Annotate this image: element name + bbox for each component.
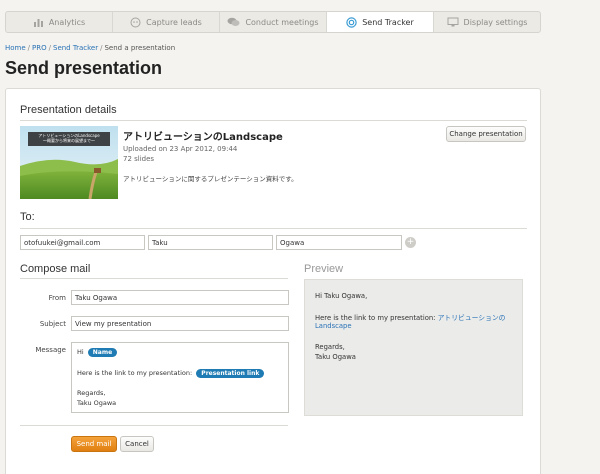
tab-conduct-meetings[interactable]: Conduct meetings	[220, 12, 327, 32]
tab-send-tracker[interactable]: Send Tracker	[327, 12, 434, 32]
preview-greeting: Hi Taku Ogawa,	[315, 292, 368, 300]
presentation-thumbnail: アトリビューションのLandscape 〜概要から将来の展望まで〜	[20, 126, 118, 199]
message-link-text: Here is the link to my presentation:	[77, 369, 193, 377]
subject-label: Subject	[39, 320, 66, 328]
presentation-details-title: Presentation details	[20, 104, 117, 116]
recipient-last-name-field[interactable]: Ogawa	[276, 235, 402, 250]
divider	[20, 425, 288, 426]
message-label: Message	[35, 346, 66, 354]
from-label: From	[48, 294, 66, 302]
mail-preview: Hi Taku Ogawa, Here is the link to my pr…	[304, 279, 523, 416]
divider	[20, 278, 288, 279]
tab-capture-leads-label: Capture leads	[146, 17, 202, 27]
message-field[interactable]: Hi Name Here is the link to my presentat…	[71, 342, 289, 413]
change-presentation-button[interactable]: Change presentation	[446, 126, 526, 142]
tab-send-tracker-label: Send Tracker	[362, 17, 414, 27]
tab-display-settings[interactable]: Display settings	[434, 12, 540, 32]
preview-title: Preview	[304, 263, 344, 275]
compose-mail-title: Compose mail	[20, 263, 91, 275]
tab-capture-leads[interactable]: Capture leads	[113, 12, 220, 32]
send-mail-button[interactable]: Send mail	[71, 436, 117, 452]
analytics-icon	[33, 18, 43, 27]
preview-presentation-link-cont[interactable]: Landscape	[315, 322, 352, 330]
presentation-title: アトリビューションのLandscape	[123, 132, 283, 143]
page-title: Send presentation	[5, 58, 163, 78]
main-card: Presentation details アトリビューションのLandscape…	[5, 88, 541, 474]
subject-field[interactable]: View my presentation	[71, 316, 289, 331]
presentation-upload-date: Uploaded on 23 Apr 2012, 09:44	[123, 145, 238, 153]
tab-conduct-meetings-label: Conduct meetings	[245, 17, 319, 27]
message-regards: Regards,	[77, 389, 106, 397]
presentation-description: アトリビューションに関するプレゼンテーション資料です。	[123, 175, 298, 183]
name-merge-tag[interactable]: Name	[87, 348, 118, 357]
breadcrumb-pro[interactable]: PRO	[32, 44, 47, 52]
tab-analytics-label: Analytics	[48, 17, 86, 27]
tab-display-settings-label: Display settings	[463, 17, 528, 27]
preview-link-text: Here is the link to my presentation:	[315, 314, 436, 322]
breadcrumb-home[interactable]: Home	[5, 44, 26, 52]
from-field[interactable]: Taku Ogawa	[71, 290, 289, 305]
chat-bubbles-icon	[227, 17, 240, 26]
presentation-slide-count: 72 slides	[123, 155, 155, 163]
divider	[20, 120, 527, 121]
top-tabs: Analytics Capture leads Conduct meetings…	[5, 11, 541, 33]
capture-leads-icon	[130, 17, 141, 27]
recipient-first-name-field[interactable]: Taku	[148, 235, 273, 250]
recipient-email-field[interactable]: otofuukei@gmail.com	[20, 235, 145, 250]
to-section-title: To:	[20, 211, 35, 223]
message-greeting: Hi	[77, 348, 84, 356]
tab-analytics[interactable]: Analytics	[6, 12, 113, 32]
presentation-link-merge-tag[interactable]: Presentation link	[196, 369, 265, 378]
display-icon	[447, 17, 459, 27]
breadcrumb-current: Send a presentation	[104, 44, 176, 52]
divider	[20, 228, 527, 229]
breadcrumb: Home / PRO / Send Tracker / Send a presentatio…	[5, 44, 176, 52]
preview-regards: Regards,	[315, 343, 345, 351]
preview-signature: Taku Ogawa	[315, 353, 356, 361]
message-signature: Taku Ogawa	[77, 399, 117, 407]
add-recipient-icon[interactable]: +	[405, 237, 416, 248]
preview-presentation-link[interactable]: アトリビューションの	[438, 314, 506, 322]
target-icon	[346, 16, 357, 28]
thumbnail-caption-line2: 〜概要から将来の展望まで〜	[43, 138, 95, 143]
breadcrumb-send-tracker[interactable]: Send Tracker	[53, 44, 98, 52]
cancel-button[interactable]: Cancel	[120, 436, 154, 452]
